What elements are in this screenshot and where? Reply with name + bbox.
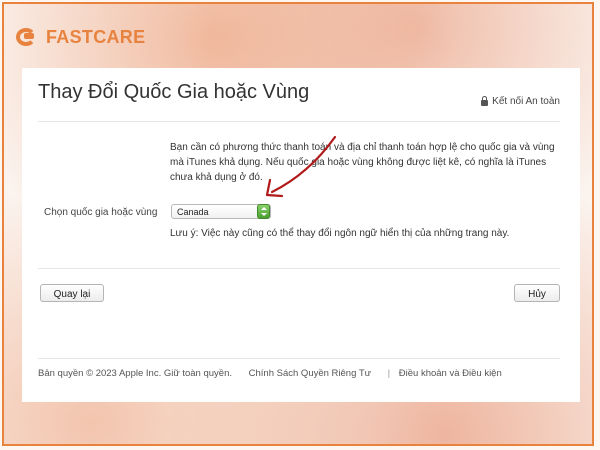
divider-middle [38, 268, 560, 269]
brand-logo: FASTCARE [16, 26, 145, 48]
footer: Bản quyền © 2023 Apple Inc. Giữ toàn quy… [38, 368, 516, 379]
page-title: Thay Đổi Quốc Gia hoặc Vùng [38, 81, 310, 103]
copyright-text: Bản quyền © 2023 Apple Inc. Giữ toàn quy… [38, 368, 232, 379]
country-select-value: Canada [177, 207, 209, 217]
change-country-panel: Thay Đổi Quốc Gia hoặc Vùng Kết nối An t… [22, 68, 580, 402]
secure-connection-label: Kết nối An toàn [492, 96, 560, 107]
fastcare-logo-icon [16, 26, 42, 48]
intro-text: Bạn cần có phương thức thanh toán và địa… [170, 142, 555, 183]
brand-name: FASTCARE [46, 26, 146, 47]
country-select[interactable]: Canada [171, 204, 271, 219]
image-frame: FASTCARE Thay Đổi Quốc Gia hoặc Vùng Kết… [2, 2, 594, 446]
terms-link[interactable]: Điều khoản và Điều kiện [399, 368, 502, 379]
select-arrows-icon[interactable] [257, 204, 270, 219]
footer-separator: | [387, 368, 391, 379]
privacy-link[interactable]: Chính Sách Quyền Riêng Tư [249, 368, 371, 379]
note-text: Lưu ý: Việc này cũng có thể thay đổi ngô… [170, 228, 510, 239]
divider-top [38, 121, 560, 122]
back-button[interactable]: Quay lại [40, 284, 104, 302]
divider-bottom [38, 358, 560, 359]
lock-icon [481, 95, 489, 106]
country-select-label: Chọn quốc gia hoặc vùng [44, 207, 158, 218]
cancel-button[interactable]: Hủy [514, 284, 560, 302]
secure-connection: Kết nối An toàn [481, 95, 560, 107]
